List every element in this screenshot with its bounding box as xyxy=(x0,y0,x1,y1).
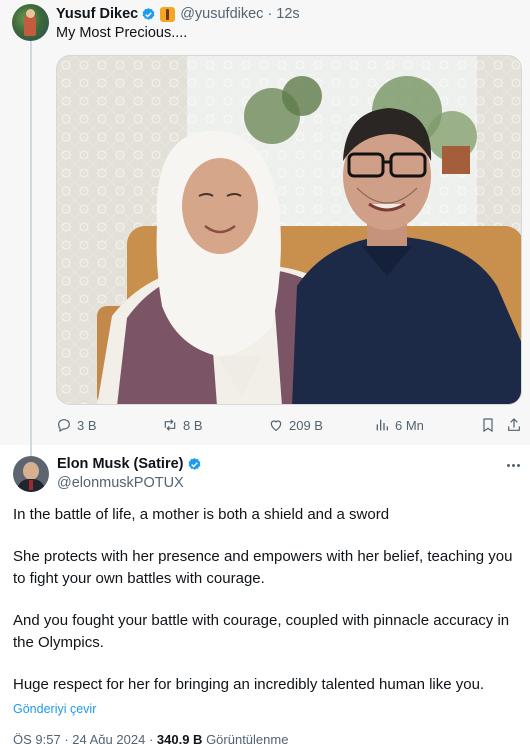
parent-avatar[interactable] xyxy=(12,4,49,41)
verified-badge-icon xyxy=(188,457,200,470)
share-button[interactable] xyxy=(506,414,527,436)
reply-paragraph: Huge respect for her for bringing an inc… xyxy=(13,676,485,693)
reply-paragraph: And you fought your battle with courage,… xyxy=(13,612,510,651)
post-time[interactable]: ÖS 9:57 xyxy=(13,732,61,744)
reply-count: 3 B xyxy=(77,417,97,433)
reply-header: Elon Musk (Satire) xyxy=(57,456,202,472)
reply-icon xyxy=(58,419,70,433)
more-icon[interactable] xyxy=(503,458,523,472)
parent-text: My Most Precious.... xyxy=(56,25,188,41)
reply-avatar[interactable] xyxy=(13,456,49,492)
reply-author-name[interactable]: Elon Musk (Satire) xyxy=(57,456,184,472)
post-date[interactable]: 24 Ağu 2024 xyxy=(72,732,145,744)
views-icon xyxy=(376,419,388,431)
views-button[interactable]: 6 Mn xyxy=(374,414,424,436)
parent-header: Yusuf Dikec @yusufdikec · 12s xyxy=(56,4,300,24)
parent-handle[interactable]: @yusufdikec xyxy=(180,6,263,22)
affiliate-badge-icon xyxy=(160,6,176,22)
views-total: 340,9 B xyxy=(156,732,203,744)
parent-action-bar: 3 B 8 B 209 B 6 Mn xyxy=(56,414,522,436)
reply-meta: ÖS 9:57 · 24 Ağu 2024 · 340,9 B Görüntül… xyxy=(13,732,288,744)
bookmark-button[interactable] xyxy=(480,414,501,436)
repost-count: 8 B xyxy=(183,417,203,433)
parent-time[interactable]: · 12s xyxy=(267,6,299,22)
like-button[interactable]: 209 B xyxy=(268,414,323,436)
thread-connector xyxy=(30,40,32,460)
repost-icon xyxy=(164,419,176,431)
views-count: 6 Mn xyxy=(395,417,424,433)
parent-author-name[interactable]: Yusuf Dikec xyxy=(56,6,138,22)
verified-badge-icon xyxy=(142,7,155,20)
share-icon xyxy=(508,418,520,431)
photo-illustration xyxy=(57,56,521,404)
views-label: Görüntülenme xyxy=(206,732,289,744)
like-count: 209 B xyxy=(289,417,323,433)
like-icon xyxy=(270,420,282,432)
translate-post-link[interactable]: Gönderiyi çevir xyxy=(13,702,96,716)
parent-photo[interactable] xyxy=(56,55,522,405)
reply-handle[interactable]: @elonmuskPOTUX xyxy=(57,475,184,491)
reply-paragraph: She protects with her presence and empow… xyxy=(13,548,513,587)
reply-button[interactable]: 3 B xyxy=(56,414,97,436)
bookmark-icon xyxy=(483,418,493,433)
repost-button[interactable]: 8 B xyxy=(162,414,203,436)
reply-paragraph: In the battle of life, a mother is both … xyxy=(13,506,390,523)
parent-tweet[interactable]: Yusuf Dikec @yusufdikec · 12s My Most Pr… xyxy=(0,0,530,460)
reply-body: In the battle of life, a mother is both … xyxy=(13,504,525,716)
